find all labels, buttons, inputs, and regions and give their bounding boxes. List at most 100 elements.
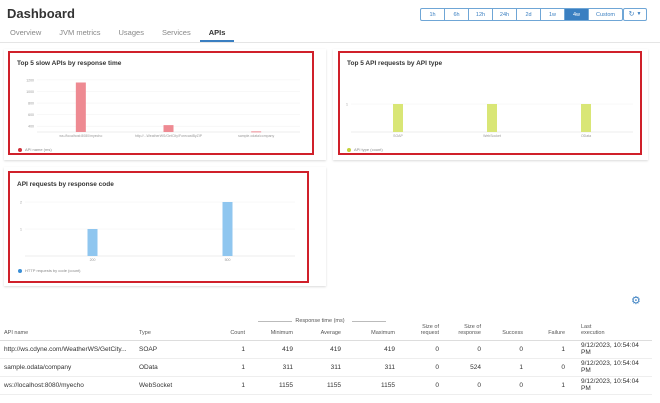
cell-success: 0	[485, 376, 527, 395]
header-line: request	[420, 329, 439, 336]
bar[interactable]	[75, 82, 86, 133]
bar[interactable]	[487, 104, 497, 132]
tab-bar: Overview JVM metrics Usages Services API…	[7, 26, 235, 42]
chevron-down-icon: ▼	[636, 11, 642, 17]
tab-services[interactable]: Services	[153, 26, 200, 42]
cell-failure: 0	[527, 358, 569, 377]
response-code-legend: HTTP requests by code (count)	[18, 268, 81, 273]
col-minimum[interactable]: Minimum	[249, 314, 297, 341]
cell-count: 1	[213, 340, 249, 359]
cell-maximum: 419	[345, 340, 399, 359]
table-header-row: API name Type Count Minimum Average Maxi…	[0, 314, 652, 341]
legend-label: HTTP requests by code (count)	[25, 268, 81, 273]
range-6h-button[interactable]: 6h	[445, 8, 469, 21]
tab-usages[interactable]: Usages	[110, 26, 153, 42]
x-tick-label: SOAP	[393, 134, 403, 138]
cell-count: 1	[213, 376, 249, 395]
y-tick-label: 1	[346, 103, 348, 107]
y-tick-label: 400	[28, 125, 34, 129]
cell-average: 1155	[297, 376, 345, 395]
api-type-chart: 1 SOAP WebSocket OData	[346, 103, 633, 138]
cell-minimum: 1155	[249, 376, 297, 395]
cell-size-request: 0	[399, 340, 443, 359]
bar[interactable]	[87, 229, 98, 256]
api-type-legend: API type (count)	[347, 147, 383, 152]
cell-failure: 1	[527, 340, 569, 359]
x-tick-label: 500	[225, 258, 231, 262]
cell-size-response: 524	[443, 358, 485, 377]
cell-size-request: 0	[399, 358, 443, 377]
response-code-chart-title: API requests by response code	[17, 181, 114, 188]
legend-label: API type (count)	[354, 147, 383, 152]
cell-api-name: sample.odata/company	[0, 358, 135, 377]
y-tick-label: 600	[28, 113, 34, 117]
cell-type: WebSocket	[135, 376, 213, 395]
y-tick-label: 1200	[26, 78, 34, 82]
bar[interactable]	[222, 202, 233, 256]
header-line: execution	[581, 329, 605, 336]
bar[interactable]	[251, 131, 262, 133]
x-tick-label: OData	[581, 134, 591, 138]
gear-icon[interactable]: ⚙	[631, 294, 641, 307]
range-24h-button[interactable]: 24h	[493, 8, 517, 21]
range-custom-button[interactable]: Custom	[589, 8, 623, 21]
y-tick-label: 1000	[26, 90, 34, 94]
bar[interactable]	[581, 104, 591, 132]
cell-type: OData	[135, 358, 213, 377]
cell-last-execution: 9/12/2023, 10:54:04 PM	[569, 358, 652, 377]
table-row[interactable]: sample.odata/company OData 1 311 311 311…	[0, 358, 652, 377]
col-type[interactable]: Type	[135, 314, 213, 341]
refresh-button[interactable]: ↻ ▼	[623, 8, 647, 21]
tab-apis[interactable]: APIs	[199, 26, 235, 42]
bar[interactable]	[163, 125, 174, 132]
range-12h-button[interactable]: 12h	[469, 8, 493, 21]
cell-count: 1	[213, 358, 249, 377]
cell-failure: 1	[527, 376, 569, 395]
cell-type: SOAP	[135, 340, 213, 359]
col-maximum[interactable]: Maximum	[345, 314, 399, 341]
range-2d-button[interactable]: 2d	[517, 8, 541, 21]
slow-apis-legend: API name (ms)	[18, 147, 52, 152]
col-last-execution[interactable]: Last execution	[569, 314, 652, 341]
header-line: response	[458, 329, 481, 336]
tabs-divider	[0, 42, 660, 43]
x-tick-label: ws://localhost:8080/myecho	[59, 134, 102, 138]
cell-minimum: 311	[249, 358, 297, 377]
tab-overview[interactable]: Overview	[7, 26, 50, 42]
refresh-icon: ↻	[628, 11, 635, 18]
col-size-request[interactable]: Size of request	[399, 314, 443, 341]
tab-jvm-metrics[interactable]: JVM metrics	[50, 26, 109, 42]
y-tick-label: 800	[28, 102, 34, 106]
y-tick-label: 1	[20, 228, 22, 232]
cell-size-request: 0	[399, 376, 443, 395]
apis-table: API name Type Count Minimum Average Maxi…	[0, 314, 652, 395]
x-tick-label: 200	[90, 258, 96, 262]
legend-dot	[18, 147, 22, 152]
cell-maximum: 1155	[345, 376, 399, 395]
page-title: Dashboard	[7, 6, 75, 21]
cell-api-name: ws://localhost:8080/myecho	[0, 376, 135, 395]
range-4w-button[interactable]: 4w	[565, 8, 589, 21]
legend-dot	[347, 147, 351, 152]
range-1w-button[interactable]: 1w	[541, 8, 565, 21]
response-code-chart: 1 2 200 500	[20, 201, 295, 262]
api-type-chart-title: Top 5 API requests by API type	[347, 60, 443, 67]
cell-api-name: http://ws.cdyne.com/WeatherWS/GetCity...	[0, 340, 135, 359]
bar[interactable]	[393, 104, 403, 132]
cell-success: 1	[485, 358, 527, 377]
col-average[interactable]: Average	[297, 314, 345, 341]
table-row[interactable]: http://ws.cdyne.com/WeatherWS/GetCity...…	[0, 340, 652, 359]
range-1h-button[interactable]: 1h	[420, 8, 445, 21]
table-row[interactable]: ws://localhost:8080/myecho WebSocket 1 1…	[0, 376, 652, 395]
x-tick-label: sample.odata/company	[238, 134, 274, 138]
slow-apis-chart: 400 600 800 1000 1200 ws://localhost:8080/mye…	[26, 78, 300, 138]
col-api-name[interactable]: API name	[0, 314, 135, 341]
col-success[interactable]: Success	[485, 314, 527, 341]
cell-maximum: 311	[345, 358, 399, 377]
col-size-response[interactable]: Size of response	[443, 314, 485, 341]
col-count[interactable]: Count	[213, 314, 249, 341]
col-failure[interactable]: Failure	[527, 314, 569, 341]
cell-size-response: 0	[443, 340, 485, 359]
x-tick-label: http://...WeatherWS/GetCity/ForecastByZI…	[135, 134, 203, 138]
cell-average: 419	[297, 340, 345, 359]
